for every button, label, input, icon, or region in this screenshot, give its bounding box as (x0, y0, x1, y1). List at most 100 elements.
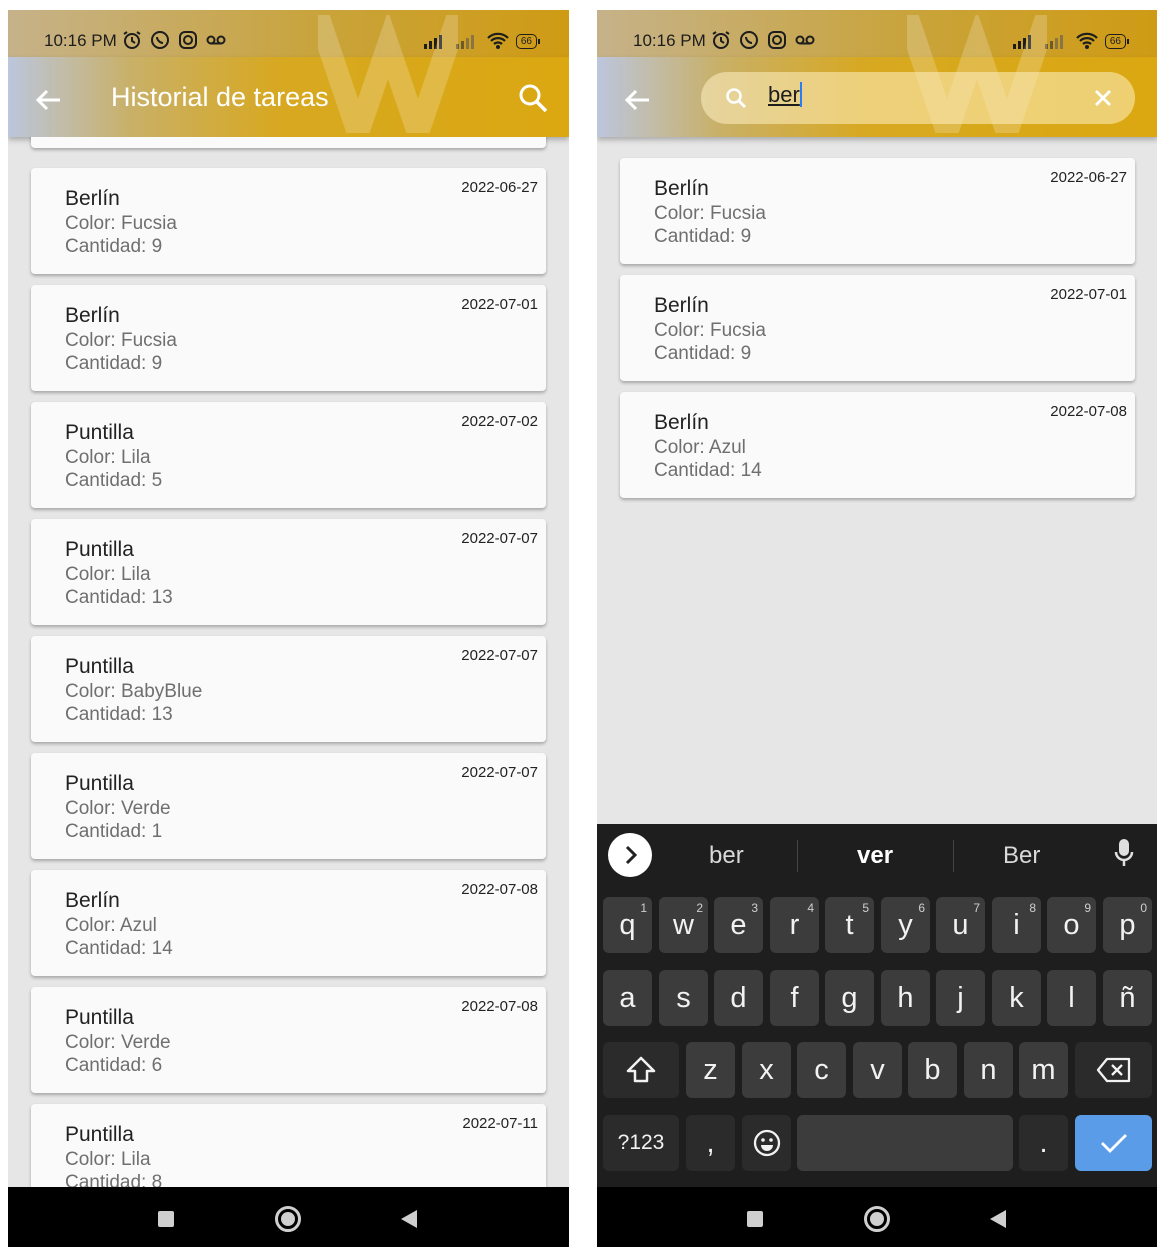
period-key[interactable]: . (1019, 1115, 1068, 1171)
key-o[interactable]: o9 (1047, 897, 1096, 953)
key-s[interactable]: s (659, 970, 708, 1026)
text-cursor (799, 82, 802, 107)
task-date: 2022-07-01 (1050, 286, 1127, 303)
task-card[interactable]: Puntilla Color: Lila Cantidad: 8 2022-07… (31, 1104, 546, 1187)
task-card[interactable]: Puntilla Color: Lila Cantidad: 5 2022-07… (31, 402, 546, 508)
key-y[interactable]: y6 (881, 897, 930, 953)
page-title: Historial de tareas (111, 82, 329, 112)
alarm-icon (712, 31, 730, 49)
key-j[interactable]: j (936, 970, 985, 1026)
back-button[interactable] (990, 1210, 1006, 1228)
key-n-tilde[interactable]: ñ (1103, 970, 1152, 1026)
task-card[interactable]: Puntilla Color: Verde Cantidad: 1 2022-0… (31, 753, 546, 859)
task-list[interactable]: Berlín Color: Fucsia Cantidad: 9 2022-06… (8, 137, 569, 1187)
home-button[interactable] (275, 1206, 301, 1232)
key-i[interactable]: i8 (992, 897, 1041, 953)
status-bar: 10:16 PM 66 (8, 10, 569, 57)
emoji-key[interactable] (742, 1115, 791, 1171)
task-card[interactable]: Puntilla Color: Lila Cantidad: 13 2022-0… (31, 519, 546, 625)
key-b[interactable]: b (908, 1042, 957, 1098)
task-card[interactable]: Berlín Color: Fucsia Cantidad: 9 2022-07… (31, 285, 546, 391)
back-arrow-icon[interactable] (619, 82, 655, 118)
system-icons: 66 (1012, 32, 1130, 50)
home-button[interactable] (864, 1206, 890, 1232)
task-color: Color: BabyBlue (65, 681, 203, 702)
checkmark-icon (1100, 1134, 1127, 1153)
space-key[interactable] (797, 1115, 1013, 1171)
task-date: 2022-06-27 (1050, 169, 1127, 186)
back-button[interactable] (401, 1210, 417, 1228)
search-query[interactable]: ber (768, 82, 802, 108)
microphone-icon[interactable] (1114, 838, 1134, 870)
task-card-partial[interactable] (31, 137, 546, 148)
whatsapp-icon (740, 31, 758, 49)
key-l[interactable]: l (1047, 970, 1096, 1026)
task-card[interactable]: Puntilla Color: BabyBlue Cantidad: 13 20… (31, 636, 546, 742)
key-q[interactable]: q1 (603, 897, 652, 953)
key-h[interactable]: h (881, 970, 930, 1026)
suggestion-strip: ber ver Ber (597, 824, 1157, 886)
task-color: Color: Fucsia (654, 320, 766, 341)
navigation-bar (8, 1187, 569, 1247)
alarm-icon (123, 31, 141, 49)
task-name: Puntilla (65, 1006, 134, 1029)
expand-toolbar-button[interactable] (608, 833, 652, 877)
key-d[interactable]: d (714, 970, 763, 1026)
symbols-key[interactable]: ?123 (603, 1115, 679, 1171)
key-p[interactable]: p0 (1103, 897, 1152, 953)
battery-icon: 66 (1104, 33, 1130, 49)
result-card[interactable]: Berlín Color: Azul Cantidad: 14 2022-07-… (620, 392, 1135, 498)
instagram-icon (179, 31, 197, 49)
key-r[interactable]: r4 (770, 897, 819, 953)
task-name: Puntilla (65, 655, 134, 678)
task-name: Berlín (65, 304, 120, 327)
task-card[interactable]: Berlín Color: Azul Cantidad: 14 2022-07-… (31, 870, 546, 976)
key-w[interactable]: w2 (659, 897, 708, 953)
key-k[interactable]: k (992, 970, 1041, 1026)
task-card[interactable]: Berlín Color: Fucsia Cantidad: 9 2022-06… (31, 168, 546, 274)
search-icon[interactable] (515, 80, 551, 116)
task-name: Puntilla (65, 772, 134, 795)
suggestion-ber[interactable]: ber (709, 842, 744, 870)
key-m[interactable]: m (1019, 1042, 1068, 1098)
recents-button[interactable] (158, 1211, 174, 1227)
task-color: Color: Azul (654, 437, 746, 458)
task-date: 2022-06-27 (461, 179, 538, 196)
search-icon (726, 88, 746, 108)
suggestion-ver[interactable]: ver (857, 842, 893, 870)
task-quantity: Cantidad: 14 (65, 938, 173, 959)
task-date: 2022-07-07 (461, 647, 538, 664)
key-e[interactable]: e3 (714, 897, 763, 953)
key-n[interactable]: n (964, 1042, 1013, 1098)
suggestion-Ber[interactable]: Ber (1003, 842, 1040, 870)
back-arrow-icon[interactable] (30, 82, 66, 118)
comma-key[interactable]: , (686, 1115, 735, 1171)
wifi-icon (1076, 32, 1098, 49)
task-card[interactable]: Puntilla Color: Verde Cantidad: 6 2022-0… (31, 987, 546, 1093)
result-card[interactable]: Berlín Color: Fucsia Cantidad: 9 2022-06… (620, 158, 1135, 264)
wifi-icon (487, 32, 509, 49)
signal-weak-icon (455, 35, 474, 49)
system-icons: 66 (423, 32, 541, 50)
key-f[interactable]: f (770, 970, 819, 1026)
key-t[interactable]: t5 (825, 897, 874, 953)
task-name: Berlín (65, 889, 120, 912)
on-screen-keyboard: ber ver Ber q1 w2 e3 r4 t5 y6 u7 i8 o9 p… (597, 824, 1157, 1187)
search-input[interactable]: ber (701, 72, 1135, 124)
key-v[interactable]: v (853, 1042, 902, 1098)
signal-weak-icon (1044, 35, 1063, 49)
key-g[interactable]: g (825, 970, 874, 1026)
key-c[interactable]: c (797, 1042, 846, 1098)
backspace-key[interactable] (1075, 1042, 1152, 1098)
shift-key[interactable] (603, 1042, 679, 1098)
key-a[interactable]: a (603, 970, 652, 1026)
close-icon[interactable] (1091, 86, 1115, 110)
task-color: Color: Fucsia (654, 203, 766, 224)
key-u[interactable]: u7 (936, 897, 985, 953)
key-z[interactable]: z (686, 1042, 735, 1098)
result-card[interactable]: Berlín Color: Fucsia Cantidad: 9 2022-07… (620, 275, 1135, 381)
task-quantity: Cantidad: 14 (654, 460, 762, 481)
enter-key[interactable] (1075, 1115, 1152, 1171)
key-x[interactable]: x (742, 1042, 791, 1098)
recents-button[interactable] (747, 1211, 763, 1227)
